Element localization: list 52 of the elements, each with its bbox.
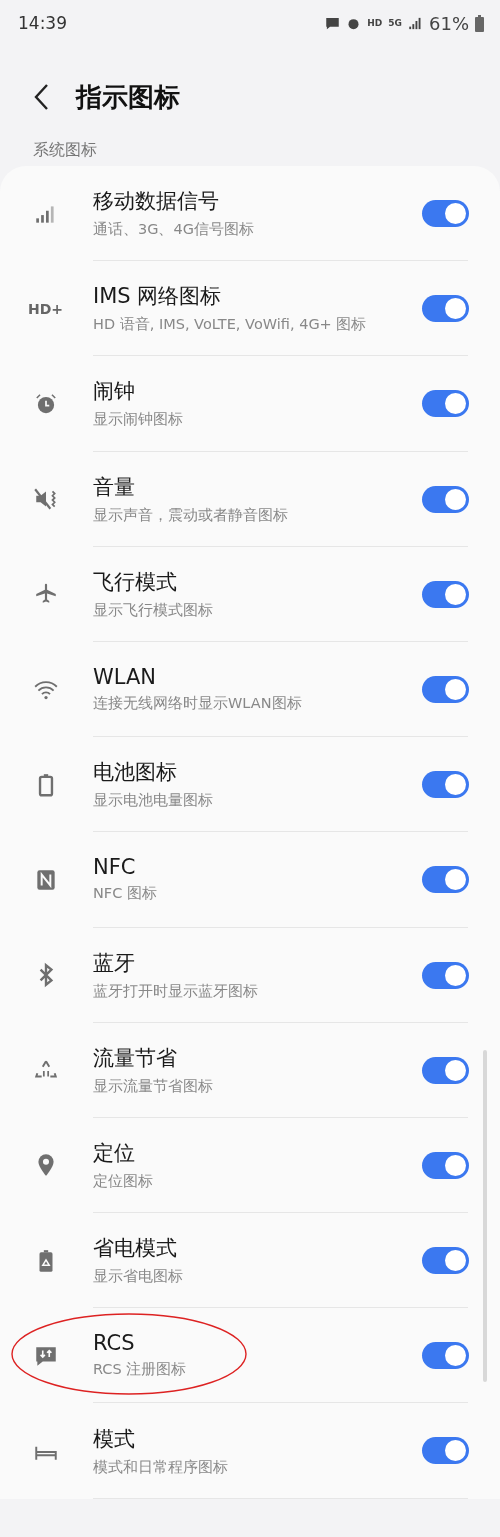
toggle-switch[interactable] (422, 1151, 469, 1179)
setting-description: 通话、3G、4G信号图标 (93, 220, 254, 240)
setting-title: 飞行模式 (93, 568, 177, 596)
message-icon (325, 15, 341, 31)
signal-icon (408, 15, 423, 31)
toggle-switch[interactable] (422, 580, 469, 608)
setting-title: 移动数据信号 (93, 188, 219, 216)
setting-description: 连接无线网络时显示WLAN图标 (93, 694, 302, 714)
toggle-switch[interactable] (422, 485, 469, 513)
toggle-switch[interactable] (422, 1342, 469, 1370)
setting-title: RCS (93, 1331, 135, 1356)
toggle-switch[interactable] (422, 295, 469, 323)
setting-description: 显示声音，震动或者静音图标 (93, 505, 288, 525)
setting-description: NFC 图标 (93, 884, 157, 904)
setting-title: 蓝牙 (93, 949, 135, 977)
section-label: 系统图标 (32, 139, 98, 161)
setting-title: NFC (93, 855, 136, 880)
setting-description: 显示省电图标 (93, 1267, 183, 1287)
setting-title: IMS 网络图标 (93, 283, 222, 311)
setting-description: 定位图标 (93, 1171, 153, 1191)
setting-title: 电池图标 (93, 759, 177, 787)
setting-description: RCS 注册图标 (93, 1360, 187, 1380)
setting-description: 显示闹钟图标 (93, 410, 183, 430)
setting-description: 蓝牙打开时显示蓝牙图标 (93, 981, 258, 1001)
setting-title: WLAN (93, 665, 157, 690)
setting-description: 显示流量节省图标 (93, 1076, 213, 1096)
setting-description: 显示飞行模式图标 (93, 600, 213, 620)
toggle-switch[interactable] (422, 771, 469, 799)
page-title: 指示图标 (76, 80, 180, 114)
battery-percent: 61% (429, 12, 469, 34)
network-indicator: 5G (388, 18, 402, 28)
setting-description: 模式和日常程序图标 (93, 1457, 228, 1477)
setting-title: 音量 (93, 473, 135, 501)
toggle-switch[interactable] (422, 961, 469, 989)
toggle-switch[interactable] (422, 675, 469, 703)
toggle-switch[interactable] (422, 1056, 469, 1084)
toggle-switch[interactable] (422, 390, 469, 418)
setting-title: 省电模式 (93, 1235, 177, 1263)
toggle-switch[interactable] (422, 200, 469, 227)
setting-title: 模式 (93, 1425, 135, 1453)
battery-icon (475, 14, 484, 32)
status-time: 14:39 (18, 13, 68, 33)
setting-title: 闹钟 (93, 378, 135, 406)
setting-title: 流量节省 (93, 1044, 177, 1072)
toggle-switch[interactable] (422, 866, 469, 894)
setting-description: HD 语音, IMS, VoLTE, VoWifi, 4G+ 图标 (93, 315, 367, 335)
toggle-switch[interactable] (422, 1247, 469, 1275)
setting-description: 显示电池电量图标 (93, 791, 213, 811)
hd-plus-label: HD+ (27, 300, 64, 317)
toggle-switch[interactable] (422, 1437, 469, 1465)
setting-title: 定位 (93, 1139, 135, 1167)
hd-indicator: HD (367, 18, 383, 28)
